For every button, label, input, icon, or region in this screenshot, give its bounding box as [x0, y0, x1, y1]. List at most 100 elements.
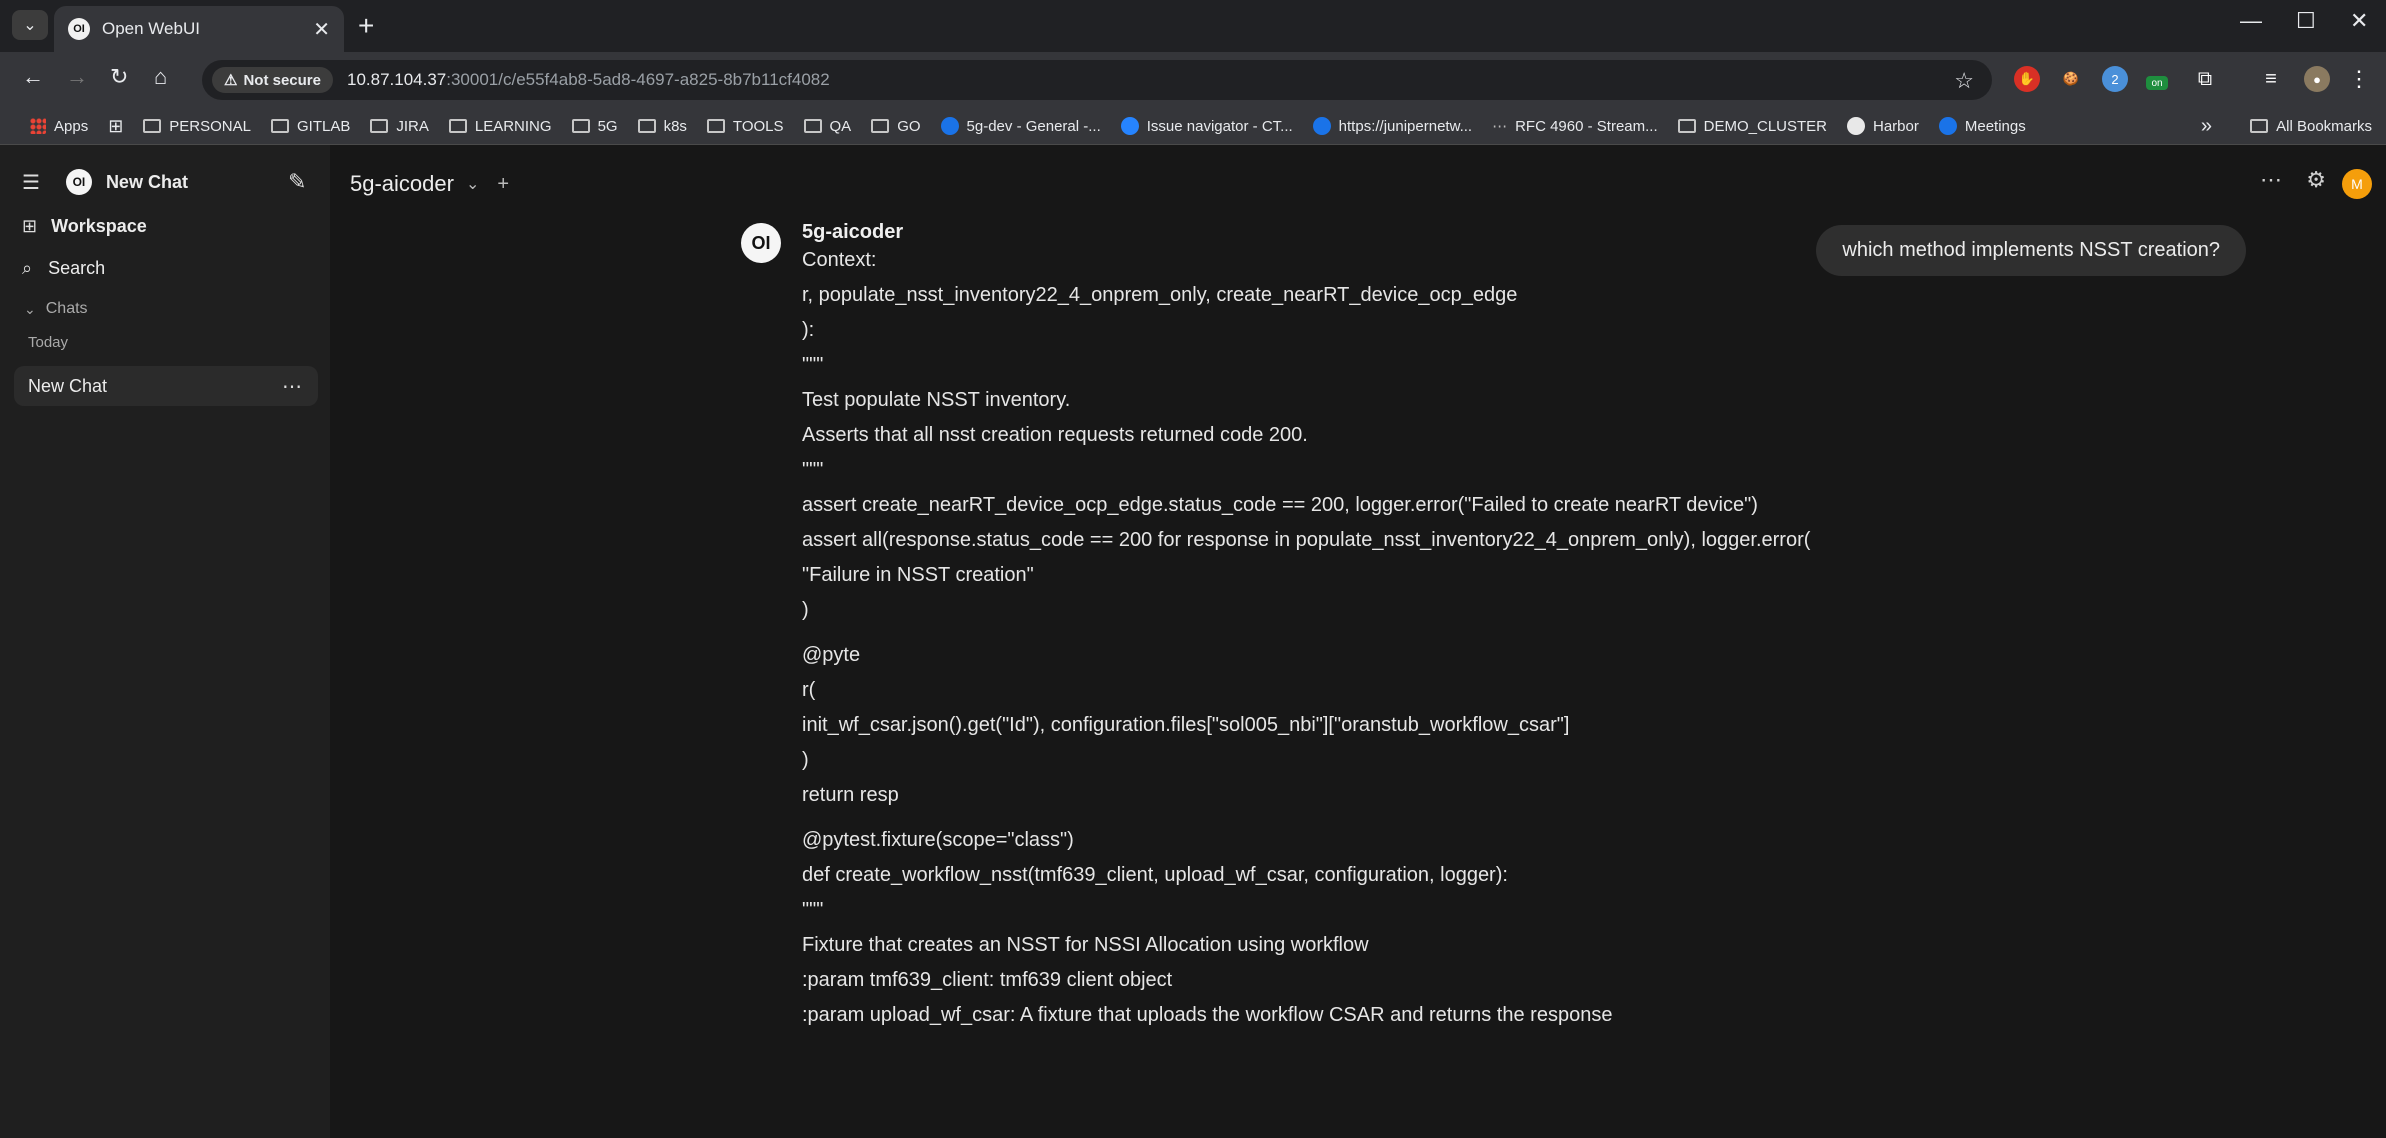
sidebar-item-label: Workspace	[51, 215, 147, 236]
minimize-button[interactable]: —	[2240, 8, 2262, 34]
message-line: @pyte	[802, 644, 861, 666]
folder-icon	[271, 119, 289, 133]
tab-search-button[interactable]: ⌄	[12, 10, 48, 40]
bookmark-folder[interactable]: JIRA	[370, 118, 429, 135]
bookmark-label: k8s	[663, 117, 687, 135]
message-line: :param upload_wf_csar: A fixture that up…	[802, 1004, 1613, 1026]
bookmark-label: DEMO_CLUSTER	[1703, 117, 1827, 135]
bookmark-folder[interactable]: TOOLS	[706, 117, 784, 135]
message-line: "Failure in NSST creation"	[802, 564, 1034, 586]
message-line: @pytest.fixture(scope="class")	[802, 829, 1074, 851]
message-line: Test populate NSST inventory.	[802, 389, 1071, 411]
site-icon	[1312, 117, 1331, 135]
message-line: assert create_nearRT_device_ocp_edge.sta…	[802, 494, 1758, 516]
bookmark-folder[interactable]: k8s	[637, 117, 687, 135]
bookmark-folder[interactable]: DEMO_CLUSTER	[1677, 117, 1827, 135]
more-icon[interactable]: ⋯	[2260, 167, 2282, 193]
message-line: """	[802, 459, 824, 481]
all-bookmarks-button[interactable]: All Bookmarks	[2250, 118, 2372, 135]
search-icon: ⌕	[22, 257, 33, 278]
tab-groups-icon[interactable]: ⊞	[108, 116, 123, 137]
bookmark-apps[interactable]: Apps	[30, 118, 88, 135]
bookmark-folder[interactable]: LEARNING	[448, 118, 552, 135]
extension-stop-icon[interactable]: ✋	[2014, 66, 2040, 92]
folder-icon	[871, 119, 890, 133]
site-icon	[940, 117, 959, 135]
compose-icon[interactable]: ✎	[288, 169, 306, 195]
bookmark-link[interactable]: ⋯ RFC 4960 - Stream...	[1492, 117, 1658, 136]
bookmark-star-icon[interactable]: ☆	[1954, 68, 1974, 94]
tab-close-icon[interactable]: ✕	[313, 17, 330, 42]
bookmark-link[interactable]: Harbor	[1847, 117, 1919, 135]
back-button[interactable]: ←	[22, 64, 44, 90]
folder-icon	[2250, 119, 2269, 133]
more-options-icon[interactable]: ⋯	[282, 374, 302, 399]
chats-header: Chats	[45, 300, 88, 317]
extension-badge-count: 2	[2111, 71, 2119, 87]
folder-icon	[706, 119, 725, 133]
user-avatar[interactable]: M	[2342, 169, 2372, 199]
model-selector[interactable]: 5g-aicoder ⌄ +	[350, 171, 509, 197]
message-paragraph: Context: r, populate_nsst_inventory22_4_o…	[802, 243, 2002, 628]
sidebar-item-workspace[interactable]: ⊞ Workspace	[0, 211, 330, 241]
bookmark-label: 5G	[597, 117, 618, 135]
message-line: """	[802, 354, 824, 376]
folder-icon	[1677, 119, 1696, 133]
message-line: return resp	[802, 784, 899, 806]
forward-button[interactable]: →	[66, 64, 88, 90]
bookmark-link[interactable]: Issue navigator - CT...	[1120, 117, 1293, 135]
bookmark-label: GITLAB	[297, 117, 351, 135]
bookmark-link[interactable]: 5g-dev - General -...	[940, 117, 1101, 135]
bookmark-label: RFC 4960 - Stream...	[1515, 117, 1658, 135]
today-label: Today	[28, 333, 69, 351]
extension-on-icon[interactable]: on	[2146, 76, 2168, 90]
bookmark-folder[interactable]: 5G	[571, 117, 618, 135]
extensions-puzzle-icon[interactable]: ⧉	[2192, 66, 2218, 92]
browser-menu-icon[interactable]: ⋮	[2346, 66, 2372, 92]
add-model-icon[interactable]: +	[497, 173, 509, 196]
controls-icon[interactable]: ⚙	[2306, 167, 2326, 193]
new-tab-button[interactable]: +	[358, 10, 374, 42]
home-button[interactable]: ⌂	[154, 64, 167, 90]
folder-icon	[143, 119, 162, 133]
profile-avatar-icon[interactable]: ●	[2304, 66, 2330, 92]
media-control-icon[interactable]: ≡	[2258, 66, 2284, 92]
harbor-icon	[1847, 117, 1865, 135]
sidebar: ☰ OI New Chat ✎ ⊞ Workspace ⌕ Search ⌄ C…	[0, 145, 330, 1138]
bookmark-link[interactable]: Meetings	[1938, 117, 2026, 135]
browser-toolbar: ← → ↻ ⌂ ⚠ Not secure 10.87.104.37:30001/…	[0, 52, 2386, 108]
sidebar-search[interactable]: ⌕ Search	[0, 253, 330, 283]
extension-badge-icon[interactable]: 2	[2102, 66, 2128, 92]
message-line: )	[802, 599, 809, 621]
browser-tab[interactable]: OI Open WebUI ✕	[54, 6, 344, 52]
bookmark-folder[interactable]: GITLAB	[271, 118, 350, 135]
bookmark-label: TOOLS	[732, 117, 784, 135]
message-line: ):	[802, 319, 815, 341]
bot-avatar: OI	[741, 223, 781, 263]
close-window-button[interactable]: ✕	[2350, 8, 2368, 34]
site-info-button[interactable]: ⚠ Not secure	[212, 67, 333, 93]
maximize-button[interactable]: ☐	[2296, 8, 2316, 34]
bookmark-folder[interactable]: QA	[803, 118, 851, 135]
sidebar-toggle-icon[interactable]: ☰	[22, 170, 40, 195]
bookmark-folder[interactable]: PERSONAL	[143, 118, 251, 135]
security-label: Not secure	[243, 71, 321, 89]
reload-button[interactable]: ↻	[110, 64, 128, 90]
chevron-down-icon: ⌄	[24, 300, 36, 317]
message-line: r, populate_nsst_inventory22_4_onprem_on…	[802, 284, 1518, 306]
bookmarks-overflow-icon[interactable]: »	[2201, 115, 2212, 138]
bookmark-folder[interactable]: GO	[871, 117, 921, 135]
address-bar[interactable]: ⚠ Not secure 10.87.104.37:30001/c/e55f4a…	[202, 60, 1992, 100]
warning-icon: ⚠	[224, 72, 238, 89]
bookmark-link[interactable]: https://junipernetw...	[1312, 117, 1472, 135]
chats-section-toggle[interactable]: ⌄ Chats	[0, 297, 330, 321]
new-chat-link[interactable]: New Chat	[106, 172, 188, 193]
chat-list-item[interactable]: New Chat ⋯	[14, 366, 318, 406]
bookmark-label: Meetings	[1964, 117, 2026, 135]
today-group: Today	[0, 331, 330, 353]
message-line: r(	[802, 679, 816, 701]
bookmark-label: GO	[897, 117, 921, 135]
message-line: """	[802, 899, 824, 921]
bot-name: 5g-aicoder	[802, 221, 904, 243]
extension-cookie-icon[interactable]: 🍪	[2058, 66, 2084, 92]
